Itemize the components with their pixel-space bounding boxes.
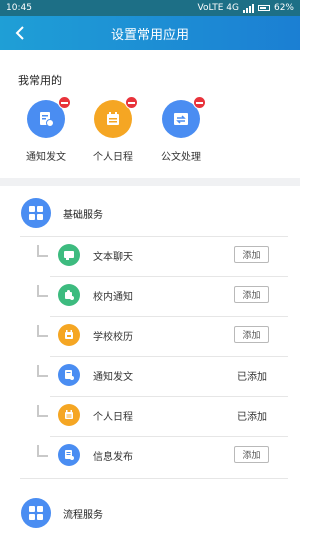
tree-branch-icon bbox=[37, 325, 48, 337]
signal-icon bbox=[242, 3, 254, 13]
app-header: 设置常用应用 bbox=[0, 16, 300, 50]
battery-icon bbox=[257, 5, 270, 11]
item-label: 信息发布 bbox=[93, 452, 133, 463]
favorite-item-notice[interactable]: 通知发文 bbox=[11, 96, 81, 163]
status-time: 10:45 bbox=[6, 3, 32, 13]
chevron-left-icon bbox=[15, 26, 24, 40]
item-label: 校内通知 bbox=[93, 292, 133, 303]
group-label: 流程服务 bbox=[63, 509, 103, 521]
page-title: 设置常用应用 bbox=[110, 27, 189, 43]
favorites-section: 我常用的 通知发文 个人日程 公文处理 bbox=[0, 50, 300, 178]
section-separator bbox=[0, 178, 300, 186]
add-button[interactable]: 添加 bbox=[234, 326, 269, 343]
remove-favorite-button[interactable] bbox=[58, 96, 71, 109]
remove-favorite-button[interactable] bbox=[125, 96, 138, 109]
item-label: 通知发文 bbox=[93, 372, 133, 383]
schedule-icon bbox=[58, 404, 80, 426]
favorite-label: 通知发文 bbox=[26, 152, 66, 163]
list-item: 校内通知 添加 bbox=[0, 276, 300, 316]
group-label: 基础服务 bbox=[63, 209, 103, 221]
tree-branch-icon bbox=[37, 445, 48, 457]
tree-branch-icon bbox=[37, 405, 48, 417]
campus-notice-icon bbox=[58, 284, 80, 306]
favorite-item-document[interactable]: 公文处理 bbox=[146, 96, 216, 163]
add-button[interactable]: 添加 bbox=[234, 446, 269, 463]
group-basic-services[interactable]: 基础服务 bbox=[0, 192, 300, 234]
list-item: 文本聊天 添加 bbox=[0, 236, 300, 276]
favorite-item-schedule[interactable]: 个人日程 bbox=[78, 96, 148, 163]
group-workflow-services[interactable]: 流程服务 bbox=[0, 492, 300, 533]
list-item: 信息发布 添加 bbox=[0, 436, 300, 476]
tree-branch-icon bbox=[37, 245, 48, 257]
list-item: 通知发文 已添加 bbox=[0, 356, 300, 396]
grid-icon bbox=[21, 198, 51, 228]
item-label: 文本聊天 bbox=[93, 252, 133, 263]
network-label: VoLTE 4G bbox=[197, 3, 239, 13]
added-status: 已添加 bbox=[237, 372, 267, 383]
chat-icon bbox=[58, 244, 80, 266]
battery-level: 62% bbox=[273, 3, 294, 13]
publish-icon bbox=[58, 444, 80, 466]
added-status: 已添加 bbox=[237, 412, 267, 423]
notice-doc-icon bbox=[27, 96, 71, 138]
calendar-icon bbox=[58, 324, 80, 346]
list-item: 学校校历 添加 bbox=[0, 316, 300, 356]
favorites-heading: 我常用的 bbox=[18, 74, 62, 87]
favorite-label: 个人日程 bbox=[93, 152, 133, 163]
divider bbox=[20, 478, 288, 479]
document-exchange-icon bbox=[162, 96, 206, 138]
tree-branch-icon bbox=[37, 365, 48, 377]
notice-doc-icon bbox=[58, 364, 80, 386]
remove-favorite-button[interactable] bbox=[193, 96, 206, 109]
favorite-label: 公文处理 bbox=[161, 152, 201, 163]
item-label: 学校校历 bbox=[93, 332, 133, 343]
item-label: 个人日程 bbox=[93, 412, 133, 423]
add-button[interactable]: 添加 bbox=[234, 286, 269, 303]
schedule-icon bbox=[94, 96, 138, 138]
grid-icon bbox=[21, 498, 51, 528]
status-indicators: VoLTE 4G 62% bbox=[198, 3, 295, 13]
back-button[interactable] bbox=[10, 23, 30, 43]
add-button[interactable]: 添加 bbox=[234, 246, 269, 263]
tree-branch-icon bbox=[37, 285, 48, 297]
status-bar: 10:45 VoLTE 4G 62% bbox=[0, 0, 300, 16]
list-item: 个人日程 已添加 bbox=[0, 396, 300, 436]
